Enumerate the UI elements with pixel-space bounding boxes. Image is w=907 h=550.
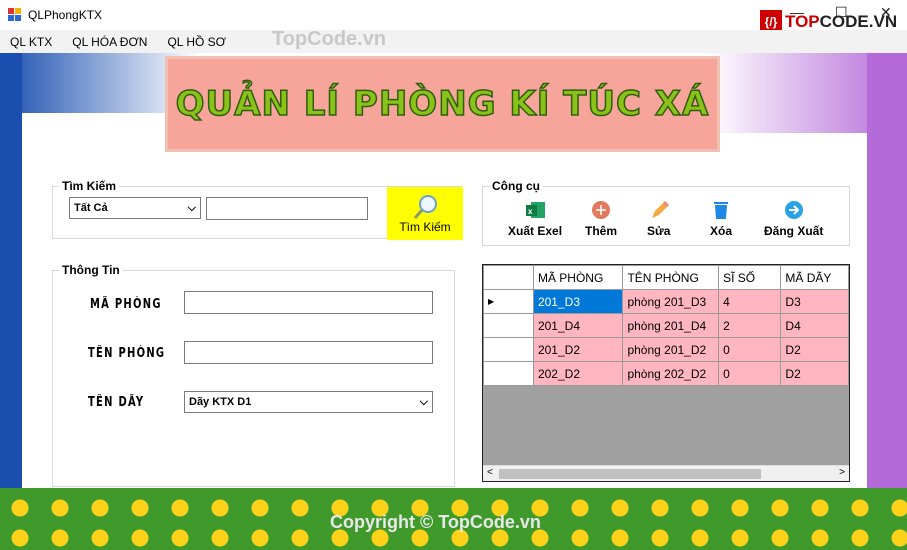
table-cell[interactable]: 2 <box>718 313 782 338</box>
background-decoration <box>0 53 22 493</box>
search-button-label: Tìm Kiếm <box>399 220 451 234</box>
row-header[interactable] <box>483 313 534 338</box>
table-cell[interactable]: 201_D3 <box>532 289 624 314</box>
window-title: QLPhongKTX <box>28 8 103 22</box>
chevron-down-icon: ⌵ <box>419 396 428 408</box>
table-cell[interactable]: phòng 202_D2 <box>622 361 720 386</box>
rooms-data-grid[interactable]: MÃ PHÒNG TÊN PHÒNG SĨ SỐ MÃ DÃY ▶ 201_D3 p… <box>482 264 850 482</box>
ten-day-label: TÊN DÃY <box>88 395 145 410</box>
rooms-table: MÃ PHÒNG TÊN PHÒNG SĨ SỐ MÃ DÃY ▶ 201_D3 p… <box>483 265 849 386</box>
table-cell[interactable]: D3 <box>780 289 849 314</box>
magnifier-icon <box>413 195 437 219</box>
tool-label: Sửa <box>647 224 671 238</box>
filter-value: Tất Cả <box>74 202 108 214</box>
ten-day-select[interactable]: Dãy KTX D1 ⌵ <box>184 391 433 413</box>
table-row[interactable]: 201_D2 phòng 201_D2 0 D2 <box>483 337 849 362</box>
table-cell[interactable]: 201_D2 <box>532 337 624 362</box>
table-cell[interactable]: 202_D2 <box>532 361 624 386</box>
close-button[interactable]: ✕ <box>880 4 892 21</box>
table-cell[interactable]: 0 <box>718 337 782 362</box>
column-header[interactable]: MÃ PHÒNG <box>532 265 624 290</box>
table-cell[interactable]: D2 <box>780 361 849 386</box>
table-cell[interactable]: 201_D4 <box>532 313 624 338</box>
table-cell[interactable]: D4 <box>780 313 849 338</box>
ten-phong-input[interactable] <box>184 341 433 364</box>
maximize-button[interactable]: ☐ <box>835 4 848 21</box>
background-decoration <box>867 53 907 493</box>
scrollbar-thumb[interactable] <box>499 469 761 479</box>
app-icon <box>8 8 22 22</box>
table-row[interactable]: 201_D4 phòng 201_D4 2 D4 <box>483 313 849 338</box>
row-header-corner <box>483 265 534 290</box>
table-row[interactable]: 202_D2 phòng 202_D2 0 D2 <box>483 361 849 386</box>
table-cell[interactable]: phòng 201_D2 <box>622 337 720 362</box>
excel-icon: x <box>526 202 546 218</box>
menu-ql-hoa-don[interactable]: QL HÓA ĐƠN <box>62 35 157 49</box>
export-excel-button[interactable]: x Xuất Exel <box>508 200 562 238</box>
copyright-watermark: Copyright © TopCode.vn <box>330 512 541 532</box>
search-input[interactable] <box>206 197 368 220</box>
table-cell[interactable]: phòng 201_D4 <box>622 313 720 338</box>
pencil-icon <box>651 200 669 218</box>
tool-label: Xuất Exel <box>508 224 563 238</box>
edit-button[interactable]: Sửa <box>647 200 670 238</box>
menu-bar: QL KTX QL HÓA ĐƠN QL HỒ SƠ <box>0 30 907 53</box>
scroll-left-icon[interactable]: < <box>487 467 493 478</box>
watermark: TopCode.vn <box>272 28 387 50</box>
row-header[interactable] <box>483 337 534 362</box>
info-legend: Thông Tin <box>59 263 123 277</box>
column-header[interactable]: MÃ DÃY <box>780 265 849 290</box>
tool-label: Thêm <box>585 224 618 238</box>
menu-ql-ho-so[interactable]: QL HỒ SƠ <box>157 35 236 49</box>
table-cell[interactable]: phòng 201_D3 <box>622 289 720 314</box>
row-header[interactable] <box>483 361 534 386</box>
trash-icon <box>714 202 728 219</box>
ma-phong-label: MÃ PHÒNG <box>90 297 162 312</box>
tool-label: Xóa <box>710 224 733 238</box>
minimize-button[interactable]: — <box>790 4 804 20</box>
ten-day-value: Dãy KTX D1 <box>189 396 252 408</box>
ma-phong-input[interactable] <box>184 291 433 314</box>
chevron-down-icon: ⌵ <box>187 202 196 214</box>
scroll-right-icon[interactable]: > <box>839 467 845 478</box>
menu-ql-ktx[interactable]: QL KTX <box>0 35 62 49</box>
table-cell[interactable]: 4 <box>718 289 782 314</box>
delete-button[interactable]: Xóa <box>710 200 732 238</box>
logout-arrow-icon <box>784 201 803 219</box>
table-cell[interactable]: 0 <box>718 361 782 386</box>
table-row[interactable]: ▶ 201_D3 phòng 201_D3 4 D3 <box>483 289 849 314</box>
column-header[interactable]: TÊN PHÒNG <box>622 265 720 290</box>
search-legend: Tìm Kiếm <box>59 179 120 193</box>
tool-label: Đăng Xuất <box>764 224 824 238</box>
search-filter-select[interactable]: Tất Cả ⌵ <box>69 197 201 219</box>
horizontal-scrollbar[interactable]: < > <box>483 465 849 481</box>
banner-title: QUẢN LÍ PHÒNG KÍ TÚC XÁ <box>175 83 710 125</box>
svg-text:x: x <box>528 207 533 216</box>
banner: QUẢN LÍ PHÒNG KÍ TÚC XÁ <box>165 56 720 152</box>
plus-circle-icon <box>592 201 610 219</box>
ten-phong-label: TÊN PHÒNG <box>88 346 166 361</box>
row-header[interactable]: ▶ <box>483 289 534 314</box>
table-cell[interactable]: D2 <box>780 337 849 362</box>
tools-legend: Công cụ <box>489 179 543 193</box>
search-button[interactable]: Tìm Kiếm <box>387 187 463 240</box>
column-header[interactable]: SĨ SỐ <box>718 265 782 290</box>
logout-button[interactable]: Đăng Xuất <box>764 200 823 238</box>
add-button[interactable]: Thêm <box>585 200 617 238</box>
